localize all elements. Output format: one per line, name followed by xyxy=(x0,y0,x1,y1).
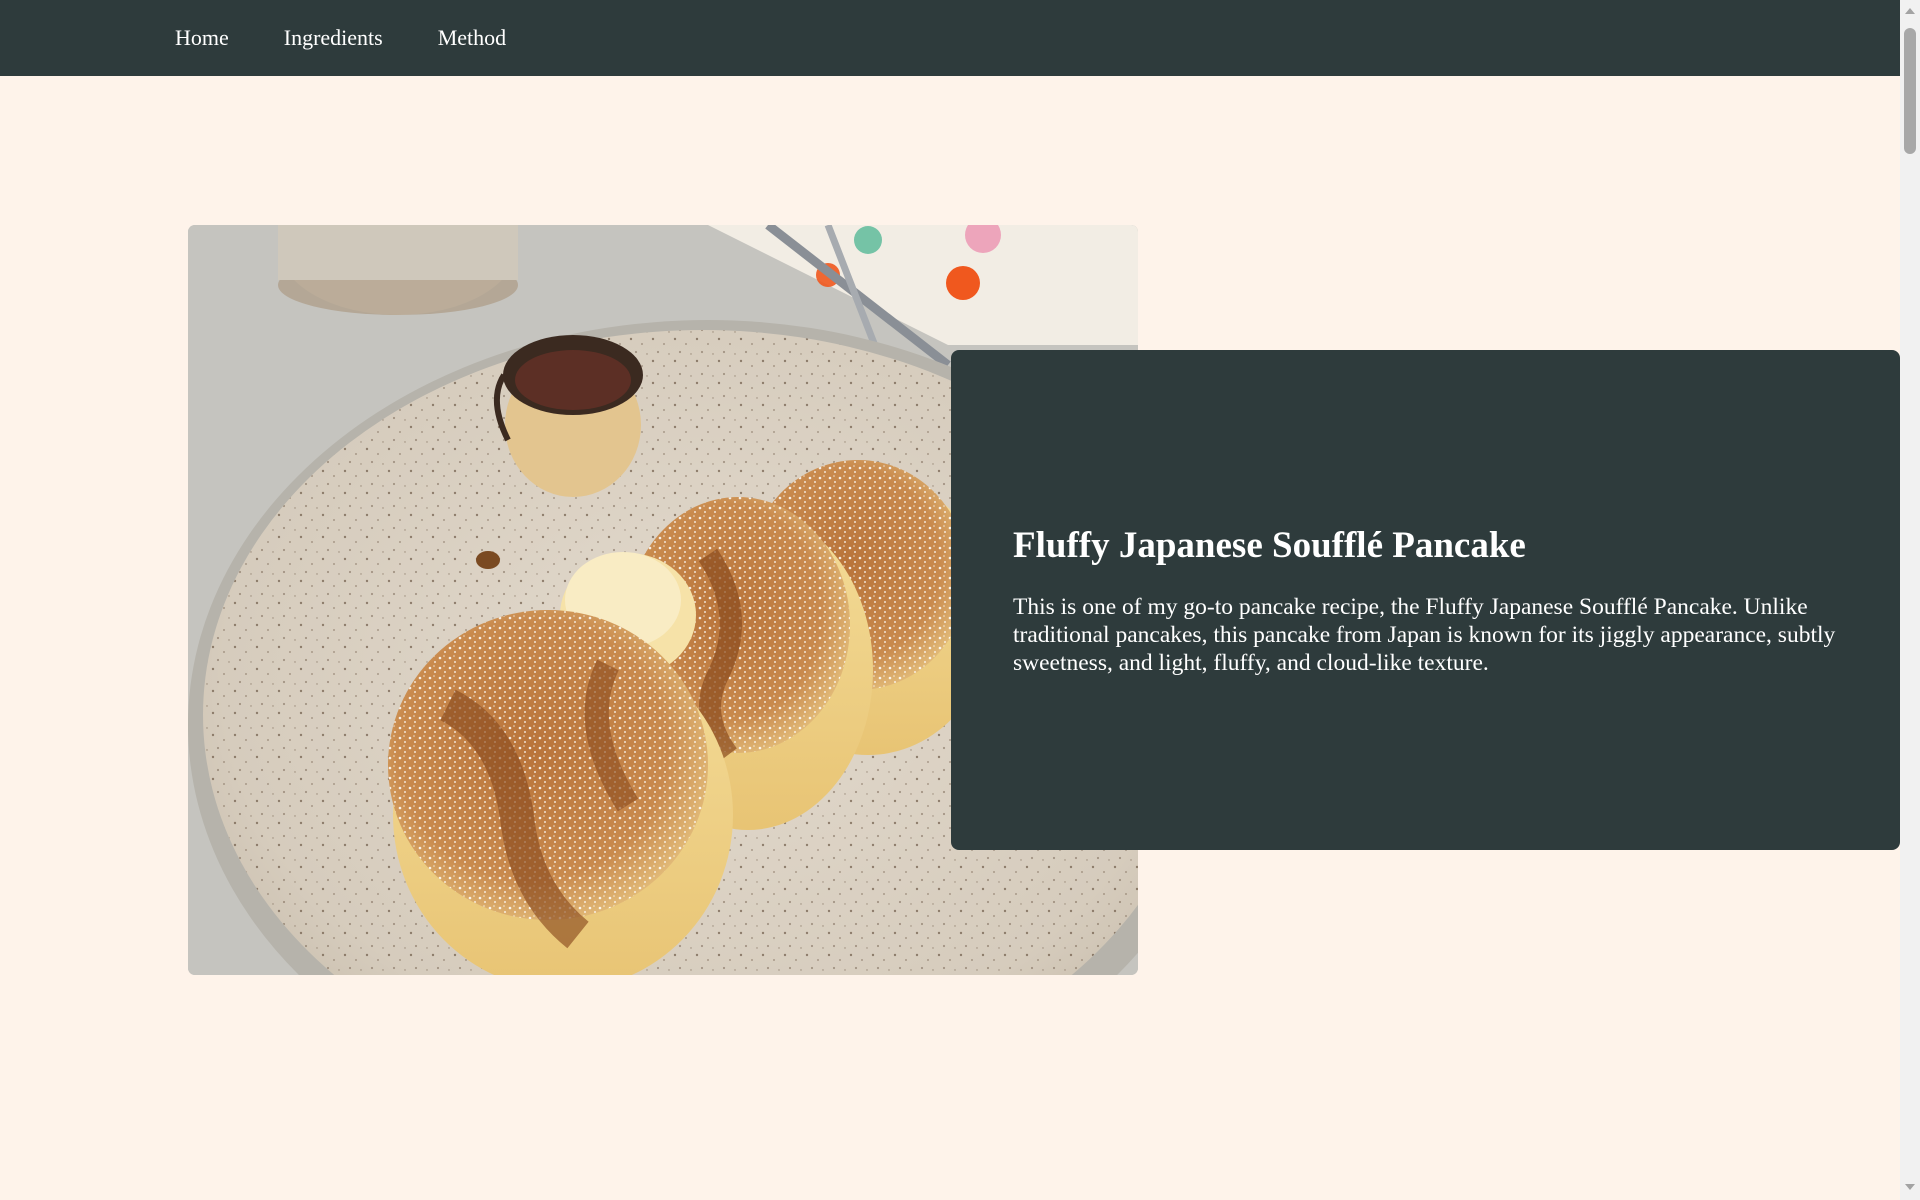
top-navbar: Home Ingredients Method xyxy=(0,0,1900,76)
recipe-description: This is one of my go-to pancake recipe, … xyxy=(1013,593,1836,676)
nav-link-ingredients[interactable]: Ingredients xyxy=(284,25,383,51)
vertical-scrollbar[interactable] xyxy=(1900,0,1920,1200)
scroll-up-icon[interactable] xyxy=(1905,8,1915,14)
scroll-down-icon[interactable] xyxy=(1905,1184,1915,1190)
recipe-title: Fluffy Japanese Soufflé Pancake xyxy=(1013,524,1526,566)
nav-link-method[interactable]: Method xyxy=(438,25,506,51)
nav-link-home[interactable]: Home xyxy=(175,25,229,51)
recipe-intro-card: Fluffy Japanese Soufflé Pancake This is … xyxy=(951,350,1900,850)
scrollbar-thumb[interactable] xyxy=(1904,28,1916,154)
